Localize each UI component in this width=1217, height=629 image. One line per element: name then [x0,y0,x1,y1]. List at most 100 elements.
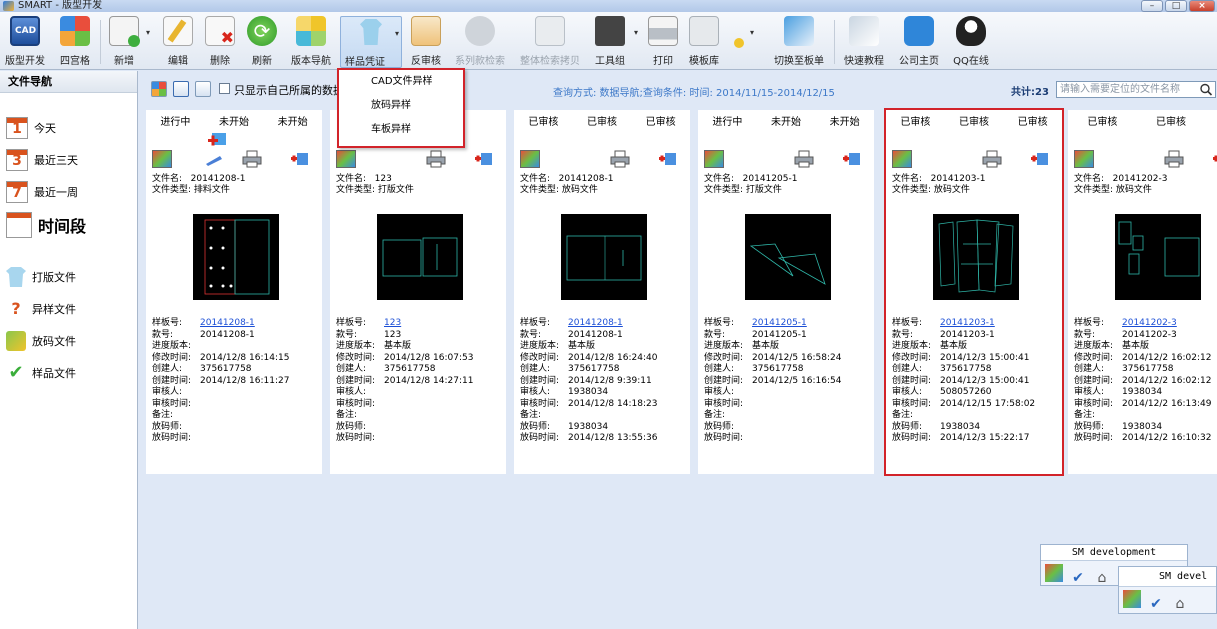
pattern-thumbnail[interactable] [933,214,1019,300]
check-icon[interactable]: ✔ [1147,595,1165,613]
progress-value: 基本版 [1122,341,1150,351]
close-button[interactable]: × [1189,0,1215,12]
check-icon[interactable]: ✔ [1069,569,1087,587]
toolbar-version-nav-button[interactable]: 版本导航 [288,16,334,68]
toolbar-series-search-button[interactable]: 系列款检索 [452,16,508,68]
pattern-thumbnail[interactable] [561,214,647,300]
toolbar-grid-button[interactable]: 四宫格 [55,16,95,68]
pattern-thumbnail[interactable] [377,214,463,300]
review-status-row: 进行中 未开始 未开始 [698,113,874,128]
pattern-thumbnail[interactable] [193,214,279,300]
printer-icon[interactable] [426,150,446,168]
options-dropdown-arrow[interactable]: ▾ [750,28,754,37]
export-icon[interactable] [658,150,678,168]
sample-no-link[interactable]: 123 [384,318,401,328]
sidebar-item-sample-files[interactable]: ✔ 样品文件 [6,363,76,383]
title-bar: SMART - 版型开发 – □ × [0,0,1217,12]
file-type-icon [704,150,724,168]
maximize-button[interactable]: □ [1165,0,1187,12]
toolbar-homepage-button[interactable]: 公司主页 [894,16,944,68]
toolbar-tutorial-button[interactable]: 快速教程 [840,16,888,68]
checkmark-icon: ✔ [8,362,24,383]
sidebar-item-last-3-days[interactable]: 3 最近三天 [6,149,78,171]
sidebar-item-anomaly-files[interactable]: ? 异样文件 [6,299,76,319]
export-icon[interactable] [1030,150,1050,168]
status-label: 已审核 [900,117,931,128]
toolbar-qq-button[interactable]: QQ在线 [950,16,992,68]
result-count: 共计:23 [1011,87,1049,98]
sample-no-link[interactable]: 20141205-1 [752,318,807,328]
graded-value: 2014/12/3 15:22:17 [940,433,1030,443]
floating-panel-dev-2[interactable]: SM devel ✔ ⌂ [1118,566,1217,614]
printer-icon [648,16,678,46]
locate-file-search-input[interactable]: 请输入需要定位的文件名称 [1056,81,1216,98]
version-nav-icon [296,16,326,46]
copy-search-icon [535,16,565,46]
export-icon[interactable] [1212,150,1217,168]
toolbar-edit-button[interactable]: 编辑 [162,16,194,68]
toolbar-refresh-button[interactable]: ⟳ 刷新 [246,16,278,68]
sample-no-link[interactable]: 20141208-1 [200,318,255,328]
sample-no-link[interactable]: 20141208-1 [568,318,623,328]
minimize-button[interactable]: – [1141,0,1163,12]
sample-no-link[interactable]: 20141202-3 [1122,318,1177,328]
query-description: 查询方式: 数据导航;查询条件: 时间: 2014/11/15-2014/12/… [553,88,835,99]
calendar-icon: 3 [6,149,28,171]
only-own-data-checkbox[interactable] [219,83,230,94]
export-icon[interactable] [842,150,862,168]
grid-view-icon[interactable] [151,81,167,97]
add-pattern-icon[interactable] [208,130,228,148]
file-card[interactable]: 进行中 未开始 未开始 文件名: 20141208-1 文件类型: 排料文件 样板号: 20… [146,110,322,474]
graded-value: 2014/12/2 16:10:32 [1122,433,1212,443]
printer-icon[interactable] [242,150,262,168]
pattern-thumbnail[interactable] [745,214,831,300]
home-icon[interactable]: ⌂ [1093,569,1111,587]
file-card[interactable]: 已审核 已审核 已审核 文件名: 20141203-1 文件类型: 放码文件 样板号: 20… [884,108,1064,476]
file-info: 文件名: 20141205-1 文件类型: 打版文件 [704,174,798,195]
printer-icon[interactable] [794,150,814,168]
menu-item-grading-anomaly[interactable]: 放码异样 [339,94,463,118]
toolbar-new-button[interactable]: 新增 ▾ [106,16,150,68]
printer-icon[interactable] [1164,150,1184,168]
palette-icon[interactable] [1045,564,1063,582]
file-card[interactable]: 已审核 已审核 文件名: 20141202-3 文件类型: 放码文件 样板号: 20141… [1068,110,1217,474]
sidebar-item-today[interactable]: 1 今天 [6,117,56,139]
toolbar-switch-board-button[interactable]: 切换至板单 [770,16,828,68]
menu-item-cad-anomaly[interactable]: CAD文件异样 [339,70,463,94]
pattern-thumbnail[interactable] [1115,214,1201,300]
list-view-icon[interactable] [195,81,211,97]
printer-icon[interactable] [610,150,630,168]
sidebar-item-pattern-files[interactable]: 打版文件 [6,267,76,287]
menu-item-sewing-anomaly[interactable]: 车板异样 [339,118,463,142]
toolbar-delete-button[interactable]: ✖ 删除 [204,16,236,68]
sidebar-item-time-range[interactable]: 时间段 [6,212,86,238]
file-card[interactable]: 文件名: 123 文件类型: 打版文件 样板号: 123 款号: 123 进度版本: 基本版修… [330,110,506,474]
pencil-icon[interactable] [204,150,224,168]
question-icon: ? [6,299,26,319]
search-icon[interactable] [1199,83,1213,96]
toolbar-tool-group-button[interactable]: 工具组 ▾ [590,16,638,68]
toolbar-unreview-button[interactable]: 反审核 [408,16,444,68]
toolbar-pattern-dev-button[interactable]: CAD 版型开发 [2,16,48,68]
export-icon[interactable] [290,150,310,168]
new-dropdown-arrow[interactable]: ▾ [146,28,150,37]
file-card[interactable]: 进行中 未开始 未开始 文件名: 20141205-1 文件类型: 打版文件 样板号: 20… [698,110,874,474]
sample-no-link[interactable]: 20141203-1 [940,318,995,328]
sample-voucher-dropdown-arrow[interactable]: ▾ [395,29,399,38]
toolbar-print-button[interactable]: 打印 [646,16,680,68]
export-icon[interactable] [474,150,494,168]
sidebar-item-last-week[interactable]: 7 最近一周 [6,181,78,203]
toolbar-template-lib-button[interactable]: 模板库 [686,16,722,68]
tool-group-dropdown-arrow[interactable]: ▾ [634,28,638,37]
palette-icon[interactable] [1123,590,1141,608]
toolbar-copy-search-button[interactable]: 整体检索拷贝 [516,16,584,68]
file-card[interactable]: 已审核 已审核 已审核 文件名: 20141208-1 文件类型: 放码文件 样板号: 20… [514,110,690,474]
thumbnail-view-icon[interactable] [173,81,189,97]
home-icon[interactable]: ⌂ [1171,595,1189,613]
toolbar-options-button[interactable]: ▾ [734,16,754,68]
grader-value: 1938034 [568,421,609,432]
sidebar-item-grading-files[interactable]: 放码文件 [6,331,76,351]
progress-value: 基本版 [940,341,968,351]
toolbar-sample-voucher-button[interactable]: 样品凭证 ▾ [340,16,402,68]
printer-icon[interactable] [982,150,1002,168]
